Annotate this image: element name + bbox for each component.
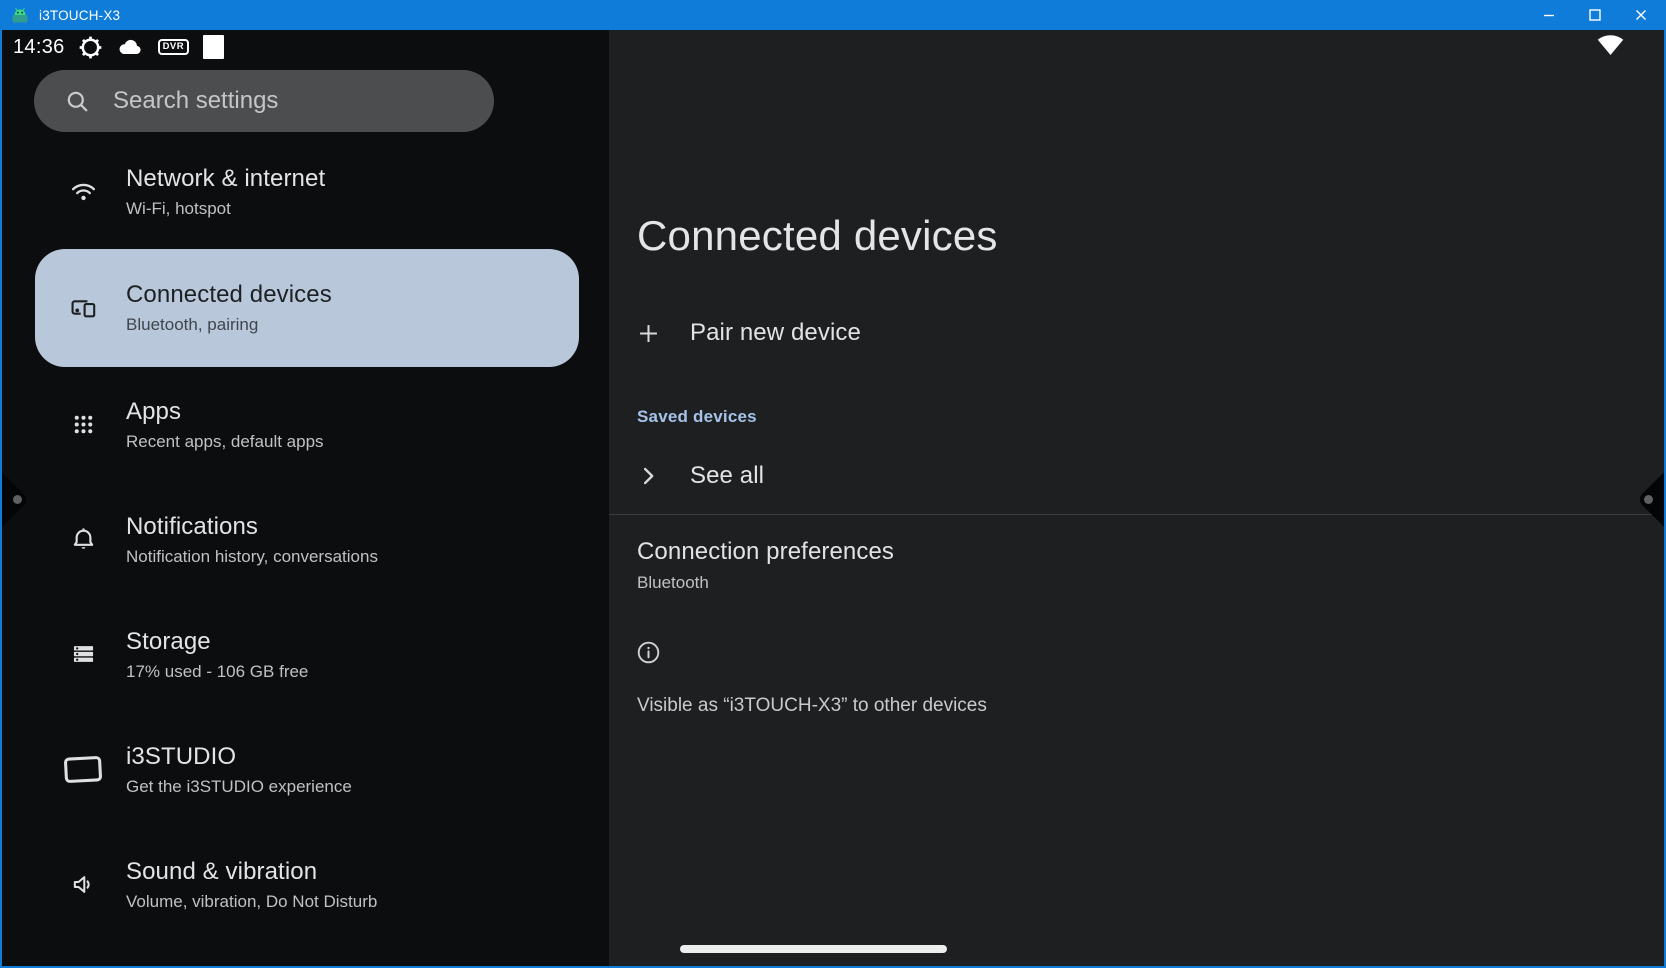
info-icon	[636, 640, 661, 665]
section-divider	[609, 514, 1664, 515]
wifi-icon	[61, 178, 105, 205]
window-titlebar: i3TOUCH-X3	[2, 0, 1664, 30]
page-title: Connected devices	[637, 212, 998, 259]
sidebar-item-label: Apps	[126, 397, 182, 425]
chevron-right-icon	[635, 463, 661, 489]
wifi-status-icon	[1597, 33, 1624, 61]
sidebar-item-label: Network & internet	[126, 164, 326, 192]
sidebar-item-sublabel: Volume, vibration, Do Not Disturb	[126, 891, 378, 911]
maximize-icon	[1589, 9, 1601, 21]
sidebar-item-label: i3STUDIO	[126, 742, 237, 770]
devices-icon	[61, 295, 105, 322]
settings-gear-icon	[78, 35, 103, 60]
sidebar-item-sublabel: Wi-Fi, hotspot	[126, 198, 231, 218]
saved-devices-header: Saved devices	[637, 407, 757, 426]
sidebar-item-apps[interactable]: Apps Recent apps, default apps	[35, 367, 579, 482]
search-input[interactable]	[113, 87, 453, 115]
sidebar-item-sublabel: 17% used - 106 GB free	[126, 661, 309, 681]
pair-new-device-label: Pair new device	[690, 319, 861, 346]
plus-icon	[635, 320, 662, 347]
sidebar-item-label: Notifications	[126, 512, 259, 540]
search-icon	[64, 88, 91, 115]
settings-sidebar: 14:36 DVR Search settings Network & inte…	[2, 30, 609, 966]
minimize-button[interactable]	[1526, 0, 1572, 30]
search-bar[interactable]	[34, 70, 494, 132]
sidebar-item-storage[interactable]: Storage 17% used - 106 GB free	[35, 597, 579, 712]
square-status-icon	[203, 35, 225, 59]
see-all-button[interactable]: See all	[609, 450, 1664, 502]
apps-grid-icon	[61, 411, 105, 438]
sidebar-item-network-internet[interactable]: Network & internet Wi-Fi, hotspot	[35, 134, 579, 249]
sidebar-item-label: Connected devices	[126, 281, 332, 308]
right-edge-handle-dot	[1644, 495, 1653, 504]
close-button[interactable]	[1618, 0, 1664, 30]
see-all-label: See all	[690, 462, 765, 489]
window-title: i3TOUCH-X3	[39, 7, 121, 23]
minimize-icon	[1544, 14, 1554, 17]
sidebar-item-sublabel: Notification history, conversations	[126, 546, 378, 566]
sidebar-item-sublabel: Recent apps, default apps	[126, 431, 324, 451]
speaker-icon	[61, 871, 105, 898]
whiteboard-icon	[61, 754, 105, 785]
sidebar-item-sublabel: Bluetooth, pairing	[126, 315, 259, 334]
sidebar-item-i3studio[interactable]: i3STUDIO Get the i3STUDIO experience	[35, 712, 579, 827]
app-window: i3TOUCH-X3 14:36 DVR Search settings Net…	[0, 0, 1666, 968]
sidebar-item-notifications[interactable]: Notifications Notification history, conv…	[35, 482, 579, 597]
cloud-icon	[116, 36, 144, 58]
android-robot-icon	[11, 6, 29, 24]
status-bar: 14:36 DVR	[2, 30, 609, 64]
bell-icon	[61, 526, 105, 553]
window-controls	[1526, 0, 1664, 30]
gesture-navigation-bar[interactable]	[680, 945, 947, 953]
left-edge-handle-dot	[13, 495, 22, 504]
close-icon	[1636, 10, 1646, 20]
clock-time: 14:36	[13, 35, 65, 58]
dvr-status-icon: DVR	[157, 38, 190, 56]
connection-preferences-title[interactable]: Connection preferences	[637, 536, 894, 567]
storage-icon	[61, 641, 105, 668]
connected-devices-panel: Connected devices Pair new device Saved …	[609, 30, 1664, 966]
pair-new-device-button[interactable]: Pair new device	[609, 307, 1664, 359]
sidebar-item-label: Storage	[126, 627, 211, 655]
maximize-button[interactable]	[1572, 0, 1618, 30]
sidebar-item-label: Sound & vibration	[126, 857, 318, 885]
sidebar-item-sound-vibration[interactable]: Sound & vibration Volume, vibration, Do …	[35, 827, 579, 942]
connection-preferences-subtitle: Bluetooth	[637, 573, 709, 592]
sidebar-item-sublabel: Get the i3STUDIO experience	[126, 776, 352, 796]
visibility-note: Visible as “i3TOUCH-X3” to other devices	[637, 695, 987, 716]
sidebar-item-connected-devices[interactable]: Connected devices Bluetooth, pairing	[35, 249, 579, 367]
settings-nav-list: Network & internet Wi-Fi, hotspot Connec…	[2, 134, 609, 942]
